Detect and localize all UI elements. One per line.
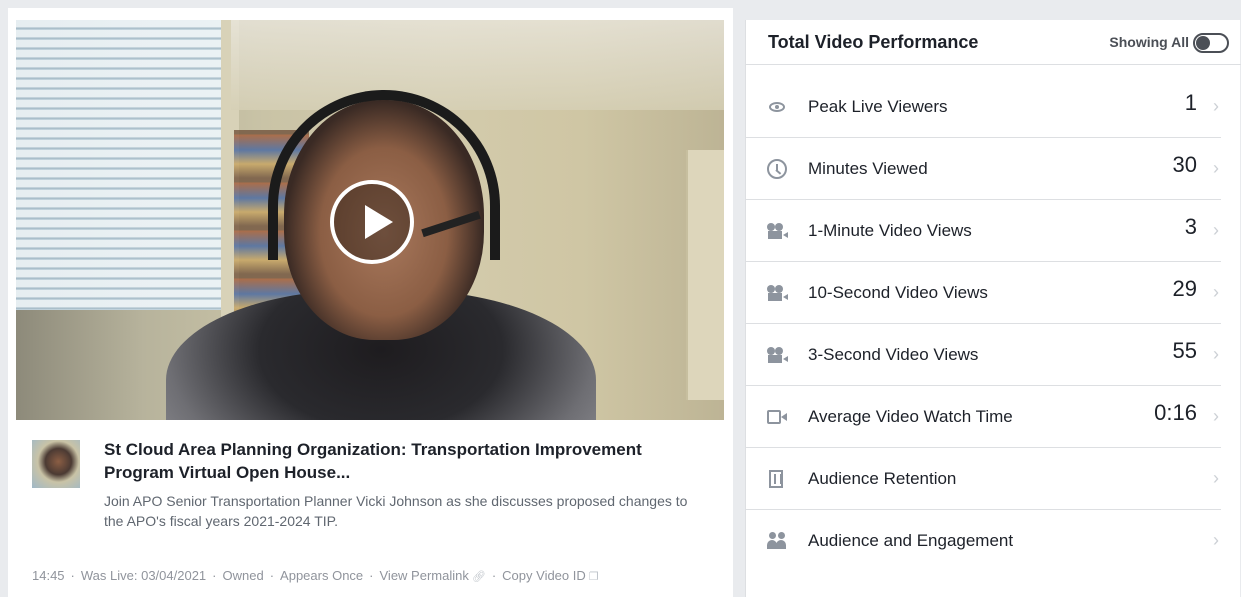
- view-permalink-label: View Permalink: [379, 568, 469, 583]
- chevron-right-icon: ›: [1213, 406, 1219, 426]
- metric-label: 1-Minute Video Views: [808, 221, 972, 240]
- was-live-date: Was Live: 03/04/2021: [80, 568, 207, 583]
- metric-row-1-minute-views[interactable]: 1-Minute Video Views 3 ›: [746, 200, 1221, 262]
- video-title[interactable]: St Cloud Area Planning Organization: Tra…: [104, 438, 704, 484]
- separator-dot: ·: [269, 568, 275, 583]
- video-thumbnail[interactable]: [32, 440, 80, 488]
- metric-label: Audience Retention: [808, 469, 957, 488]
- metric-label: Minutes Viewed: [808, 159, 928, 178]
- metric-label: Peak Live Viewers: [808, 97, 948, 116]
- metric-row-audience-retention[interactable]: Audience Retention ›: [746, 448, 1221, 510]
- copy-video-id-label: Copy Video ID: [502, 568, 586, 583]
- metric-value: 55: [1172, 338, 1197, 363]
- performance-title: Total Video Performance: [768, 32, 979, 52]
- video-frame-door: [686, 150, 724, 400]
- video-camera-icon: [766, 344, 788, 366]
- metric-label: Average Video Watch Time: [808, 407, 1013, 426]
- metric-value: 29: [1172, 276, 1197, 301]
- metric-row-average-watch-time[interactable]: Average Video Watch Time 0:16 ›: [746, 386, 1221, 448]
- eye-icon: [766, 96, 788, 118]
- separator-dot: ·: [212, 568, 217, 583]
- video-description: Join APO Senior Transportation Planner V…: [104, 493, 688, 529]
- chevron-right-icon: ›: [1213, 282, 1219, 302]
- showing-all-label: Showing All: [1109, 34, 1189, 50]
- metric-value: 3: [1184, 214, 1197, 239]
- chevron-right-icon: ›: [1213, 96, 1219, 116]
- video-duration: 14:45: [32, 568, 65, 583]
- chevron-right-icon: ›: [1213, 158, 1219, 178]
- showing-all-toggle[interactable]: [1193, 33, 1229, 53]
- view-permalink-link[interactable]: View Permalink 🔗︎: [380, 568, 486, 583]
- metric-row-audience-engagement[interactable]: Audience and Engagement ›: [746, 510, 1221, 572]
- copy-icon: ❐: [588, 571, 599, 583]
- metric-row-peak-live-viewers[interactable]: Peak Live Viewers 1 ›: [746, 76, 1221, 138]
- video-performance-panel: Total Video Performance Showing All Peak…: [745, 20, 1241, 597]
- chevron-right-icon: ›: [1213, 344, 1219, 364]
- metric-row-3-second-views[interactable]: 3-Second Video Views 55 ›: [746, 324, 1221, 386]
- ownership-status: Owned: [222, 568, 264, 583]
- performance-header: Total Video Performance Showing All: [746, 20, 1241, 65]
- link-icon: 🔗︎: [471, 571, 486, 583]
- separator-dot: ·: [491, 568, 497, 583]
- video-post-panel: St Cloud Area Planning Organization: Tra…: [8, 8, 733, 597]
- metric-label: 3-Second Video Views: [808, 345, 979, 364]
- separator-dot: ·: [369, 568, 374, 583]
- people-icon: [766, 530, 788, 552]
- metric-row-10-second-views[interactable]: 10-Second Video Views 29 ›: [746, 262, 1221, 324]
- metric-label: 10-Second Video Views: [808, 283, 988, 302]
- film-icon: [766, 468, 788, 490]
- copy-video-id-link[interactable]: Copy Video ID ❐: [502, 568, 598, 583]
- metric-label: Audience and Engagement: [808, 531, 1014, 550]
- play-button[interactable]: [330, 180, 414, 264]
- metric-row-minutes-viewed[interactable]: Minutes Viewed 30 ›: [746, 138, 1221, 200]
- chevron-right-icon: ›: [1213, 468, 1219, 488]
- metric-value: 0:16: [1154, 400, 1197, 425]
- appears-count: Appears Once: [280, 568, 364, 583]
- clock-icon: [766, 158, 788, 180]
- metric-value: 1: [1184, 90, 1197, 115]
- chevron-right-icon: ›: [1213, 220, 1219, 240]
- video-frame-ceiling: [231, 20, 724, 110]
- metric-value: 30: [1172, 152, 1197, 177]
- video-info: St Cloud Area Planning Organization: Tra…: [16, 432, 724, 592]
- separator-dot: ·: [70, 568, 75, 583]
- video-meta-bar: 14:45 · Was Live: 03/04/2021 · Owned · Appears…: [32, 568, 722, 583]
- video-camera-icon: [766, 282, 788, 304]
- video-frame-window-blinds: [16, 20, 231, 310]
- chevron-right-icon: ›: [1213, 530, 1219, 550]
- video-camera-icon: [766, 220, 788, 242]
- video-player[interactable]: [16, 20, 724, 420]
- video-icon: [766, 406, 788, 428]
